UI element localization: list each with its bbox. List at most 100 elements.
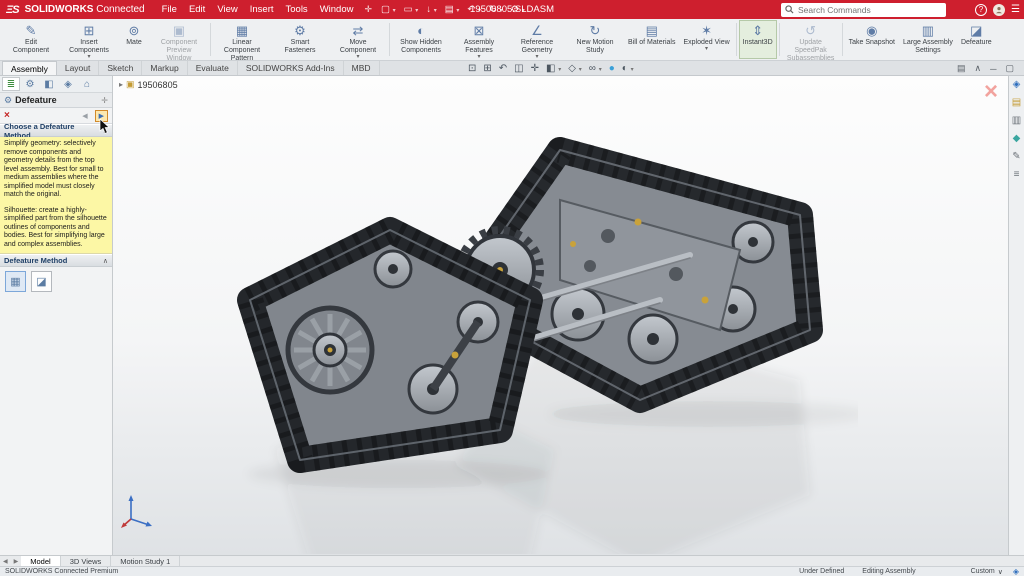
dropdown-arrow-icon: ▾ — [434, 8, 437, 14]
tab-model[interactable]: Model — [21, 556, 60, 567]
breadcrumb[interactable]: ▸ ▣ 19506805 — [119, 79, 178, 90]
hamburger-menu-icon[interactable]: ☰ — [1011, 4, 1020, 15]
tab-scroll-left-icon[interactable]: ◀ — [0, 558, 11, 565]
collapse-pane-icon[interactable]: ∧ — [975, 63, 982, 74]
menu-tools[interactable]: Tools — [281, 4, 313, 15]
document-tabs-bar: ◀ ▶ Model 3D Views Motion Study 1 — [0, 555, 1024, 566]
menu-pin-icon[interactable]: ✛ — [364, 4, 372, 15]
search-commands-box[interactable] — [781, 3, 946, 17]
ribbon-label: Linear Component Pattern — [217, 39, 267, 62]
instant3d-icon: ⇕ — [752, 23, 763, 38]
3dexperience-icon[interactable]: ◈ — [1013, 79, 1021, 91]
zoom-to-area-icon[interactable]: ⊞ — [483, 63, 491, 74]
insert-components-icon: ⊞ — [84, 23, 95, 38]
menu-file[interactable]: File — [157, 4, 182, 15]
ribbon-smart-fasteners[interactable]: ⚙Smart Fasteners — [271, 20, 329, 59]
menu-edit[interactable]: Edit — [184, 4, 210, 15]
forum-icon[interactable]: ≡ — [1014, 169, 1020, 181]
file-explorer-icon[interactable]: ▥ — [1012, 115, 1021, 127]
ribbon-take-snapshot[interactable]: ◉Take Snapshot — [845, 20, 899, 59]
hide-show-items-icon[interactable]: ∞ ▾ — [589, 63, 602, 74]
menu-insert[interactable]: Insert — [245, 4, 279, 15]
new-file-button[interactable]: ▢ ▾ — [378, 4, 399, 15]
tab-solidworks-add-ins[interactable]: SOLIDWORKS Add-Ins — [238, 61, 344, 75]
tab-motion-study-1[interactable]: Motion Study 1 — [111, 556, 180, 567]
silhouette-method-button[interactable]: ◪ — [31, 271, 52, 292]
menu-view[interactable]: View — [212, 4, 242, 15]
titlebar: ΞS SOLIDWORKS Connected File Edit View I… — [0, 0, 1024, 19]
apply-scene-icon[interactable]: ◐ ▾ — [622, 63, 634, 74]
appearances-icon[interactable]: ◆ — [1013, 133, 1021, 145]
ribbon-defeature[interactable]: ◪Defeature — [957, 20, 996, 59]
ribbon-large-assembly-settings[interactable]: ▥Large Assembly Settings — [899, 20, 957, 59]
tab-3d-views[interactable]: 3D Views — [61, 556, 112, 567]
ribbon-update-speedpak[interactable]: ↺Update SpeedPak Subassemblies — [782, 20, 840, 59]
tab-sketch[interactable]: Sketch — [99, 61, 142, 75]
search-icon — [785, 5, 794, 14]
simplify-geometry-method-button[interactable]: ▦ — [5, 271, 26, 292]
cancel-button[interactable]: × — [4, 110, 10, 121]
tab-mbd[interactable]: MBD — [344, 61, 380, 75]
custom-properties-icon[interactable]: ✎ — [1012, 151, 1020, 163]
restore-pane-icon[interactable]: ▢ — [1005, 63, 1014, 74]
previous-view-icon[interactable]: ↶ — [499, 63, 507, 74]
featuremanager-toggle-icon[interactable]: ▤ — [957, 63, 966, 74]
tab-evaluate[interactable]: Evaluate — [188, 61, 238, 75]
exploded-view-icon: ✶ — [701, 23, 712, 38]
model-3d-tracked-vehicle[interactable] — [208, 124, 858, 554]
annotations-icon[interactable]: ✛ — [531, 63, 539, 74]
view-orientation-icon[interactable]: ◧ ▾ — [546, 63, 561, 74]
dimxpert-tab[interactable]: ◈ — [59, 77, 77, 91]
update-speedpak-icon: ↺ — [805, 23, 816, 38]
section-choose-defeature-method[interactable]: Choose a Defeature Method ∧ — [0, 124, 112, 137]
ribbon-bill-of-materials[interactable]: ▤Bill of Materials — [624, 20, 679, 59]
smart-fasteners-icon: ⚙ — [294, 23, 306, 38]
graphics-area[interactable]: ▸ ▣ 19506805 × — [113, 76, 1008, 555]
help-paragraph-simplify: Simplify geometry: selectively remove co… — [4, 140, 108, 200]
ribbon-instant3d[interactable]: ⇕Instant3D — [739, 20, 777, 59]
section-view-icon[interactable]: ◫ — [514, 63, 523, 74]
ribbon-mate[interactable]: ⊚Mate — [118, 20, 150, 59]
zoom-to-fit-icon[interactable]: ⊡ — [468, 63, 476, 74]
ribbon-linear-component-pattern[interactable]: ▦Linear Component Pattern▾ — [213, 20, 271, 59]
print-button[interactable]: ▤ ▾ — [442, 4, 463, 15]
edit-appearance-icon[interactable]: ● — [609, 63, 615, 74]
ribbon-move-component[interactable]: ⇄Move Component▾ — [329, 20, 387, 59]
display-style-icon[interactable]: ◇ ▾ — [568, 63, 582, 74]
tab-scroll-right-icon[interactable]: ▶ — [11, 558, 22, 565]
open-file-button[interactable]: ▭ ▾ — [401, 4, 422, 15]
save-button[interactable]: ↓ ▾ — [423, 4, 439, 15]
configuration-dropdown[interactable]: Custom ∨ — [971, 568, 1003, 576]
ribbon-show-hidden-components[interactable]: ◐Show Hidden Components — [392, 20, 450, 59]
tab-assembly[interactable]: Assembly — [2, 61, 57, 75]
user-avatar[interactable] — [993, 4, 1005, 16]
search-input[interactable] — [798, 5, 942, 15]
section-defeature-method[interactable]: Defeature Method ∧ — [0, 254, 112, 267]
ribbon-edit-component[interactable]: ✎Edit Component — [2, 20, 60, 59]
back-button[interactable]: ◀ — [78, 110, 91, 122]
featuremanager-tab[interactable]: ≣ — [2, 77, 20, 91]
confirmation-corner-cancel-icon[interactable]: × — [984, 80, 998, 104]
component-preview-window-icon: ▣ — [173, 23, 185, 38]
propertymanager-tab[interactable]: ⚙ — [21, 77, 39, 91]
help-icon[interactable]: ? — [975, 4, 987, 16]
linear-component-pattern-icon: ▦ — [236, 23, 248, 38]
menu-window[interactable]: Window — [315, 4, 359, 15]
configurationmanager-tab[interactable]: ◧ — [40, 77, 58, 91]
ribbon-component-preview-window[interactable]: ▣Component Preview Window — [150, 20, 208, 59]
ribbon-new-motion-study[interactable]: ↻New Motion Study — [566, 20, 624, 59]
move-component-icon: ⇄ — [353, 23, 364, 38]
ribbon-label: Large Assembly Settings — [903, 39, 953, 55]
design-library-icon[interactable]: ▤ — [1012, 97, 1021, 109]
displaymanager-tab[interactable]: ⌂ — [78, 77, 96, 91]
compass-icon[interactable]: ◈ — [1013, 567, 1019, 576]
tab-markup[interactable]: Markup — [142, 61, 187, 75]
panel-pin-icon[interactable]: ✛ — [101, 96, 108, 105]
ribbon-exploded-view[interactable]: ✶Exploded View▾ — [679, 20, 733, 59]
tab-layout[interactable]: Layout — [57, 61, 100, 75]
breadcrumb-arrow-icon[interactable]: ▸ — [119, 80, 123, 89]
minimize-pane-icon[interactable]: ─ — [990, 64, 996, 74]
ribbon-reference-geometry[interactable]: ∠Reference Geometry▾ — [508, 20, 566, 59]
ribbon-insert-components[interactable]: ⊞Insert Components▾ — [60, 20, 118, 59]
ribbon-assembly-features[interactable]: ⊠Assembly Features▾ — [450, 20, 508, 59]
